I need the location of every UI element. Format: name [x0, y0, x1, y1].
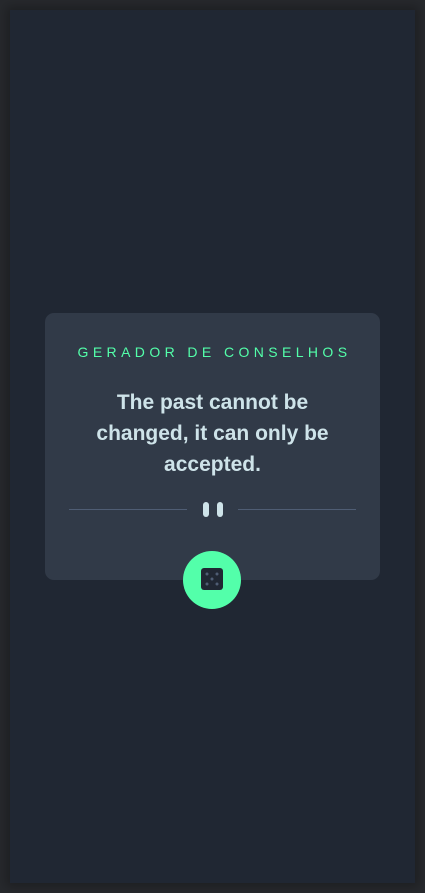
- advice-title: GERADOR DE CONSELHOS: [77, 344, 352, 360]
- pattern-divider: [69, 498, 356, 520]
- advice-card: GERADOR DE CONSELHOS The past cannot be …: [45, 313, 380, 580]
- pause-icon: [203, 502, 223, 517]
- generate-advice-button[interactable]: [183, 551, 241, 609]
- advice-quote: The past cannot be changed, it can only …: [96, 391, 329, 476]
- divider-line-left: [69, 509, 187, 510]
- dice-icon: [201, 568, 223, 590]
- divider-line-right: [238, 509, 356, 510]
